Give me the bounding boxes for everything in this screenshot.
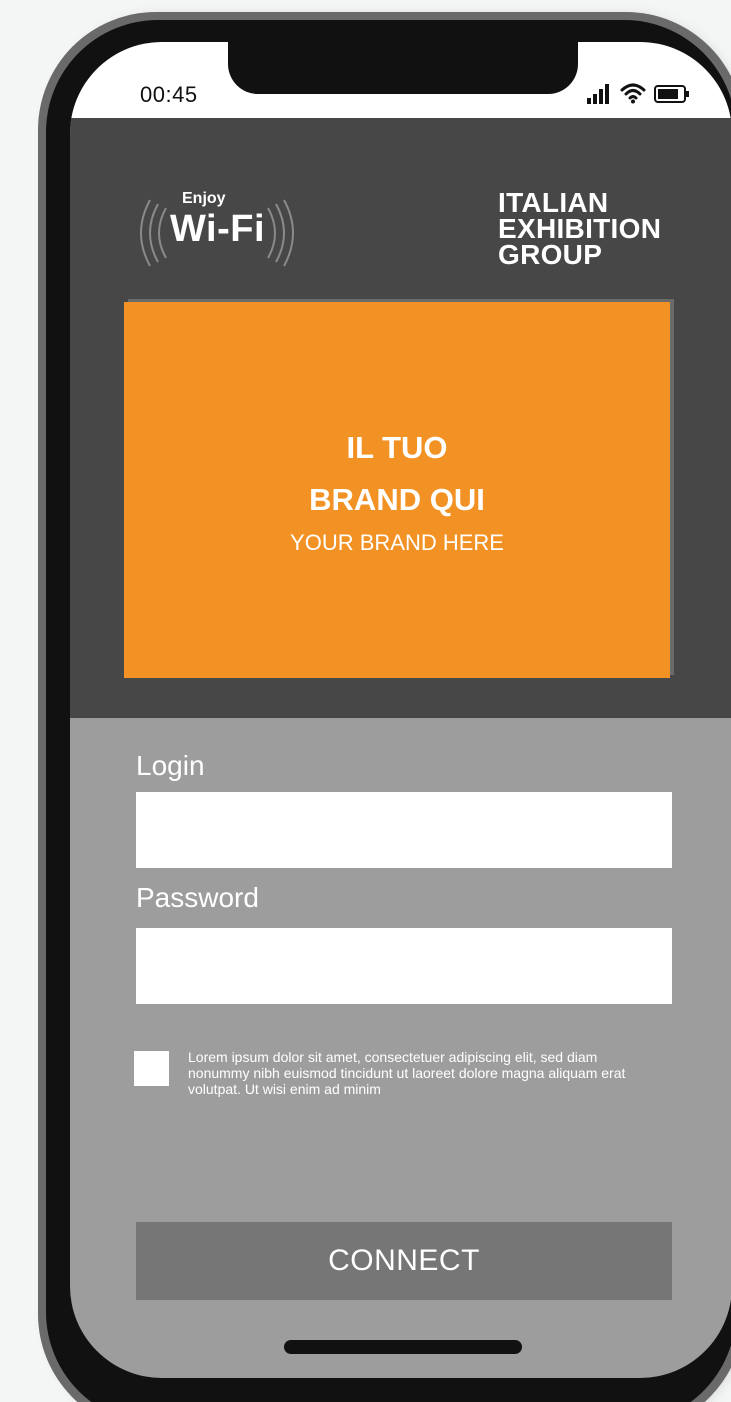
notch [228, 42, 578, 94]
terms-text: Lorem ipsum dolor sit amet, consectetuer… [188, 1049, 626, 1097]
password-label: Password [136, 882, 259, 913]
wifi-logo-enjoy: Enjoy [182, 190, 226, 207]
status-bar: 00:45 [70, 42, 731, 118]
wifi-signal-icon [620, 83, 646, 104]
brand-title-line2: BRAND QUI [309, 482, 485, 517]
password-input[interactable] [136, 928, 672, 1004]
login-form: Login Password Lorem ipsum dolor sit ame… [70, 718, 731, 1378]
header: Enjoy Wi-Fi ITALIAN EXHIBITION GROUP IL … [70, 118, 731, 718]
ieg-logo: ITALIAN EXHIBITION GROUP [498, 189, 688, 270]
connect-button[interactable]: CONNECT [136, 1222, 672, 1300]
ieg-logo-line3: GROUP [498, 239, 603, 270]
stage: 00:45 Enjoy Wi-Fi ITALIAN EXHIBITION GRO… [0, 0, 731, 1402]
login-input[interactable] [136, 792, 672, 868]
brand-placeholder: IL TUO BRAND QUI YOUR BRAND HERE [124, 302, 670, 678]
cellular-signal-icon [587, 84, 609, 104]
login-label: Login [136, 750, 205, 781]
brand-subtitle: YOUR BRAND HERE [290, 530, 504, 555]
battery-icon [654, 85, 689, 103]
status-time: 00:45 [140, 82, 198, 107]
wifi-logo-text: Wi-Fi [170, 208, 266, 250]
brand-title-line1: IL TUO [346, 430, 448, 465]
phone-screen: 00:45 Enjoy Wi-Fi ITALIAN EXHIBITION GRO… [70, 42, 731, 1378]
terms-checkbox[interactable] [134, 1051, 169, 1086]
home-indicator [284, 1340, 522, 1354]
